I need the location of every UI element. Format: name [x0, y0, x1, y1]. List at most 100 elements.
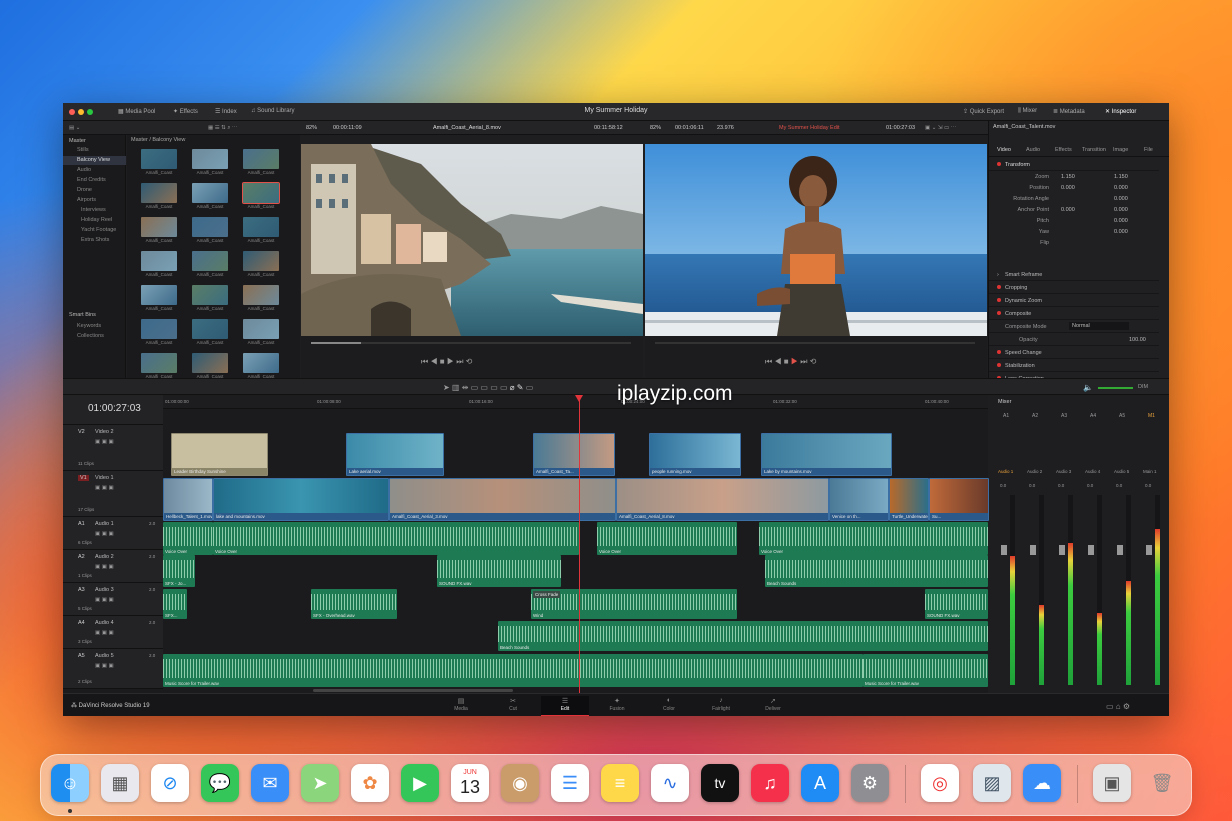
track-control-icon[interactable]: ▣ ▣ ▣: [95, 439, 114, 445]
track-id[interactable]: A5: [78, 653, 85, 659]
track-id[interactable]: V2: [78, 429, 85, 435]
facetime-icon[interactable]: ▶: [401, 764, 439, 802]
bin-item[interactable]: Yacht Footage: [63, 226, 126, 235]
mixer-input-label[interactable]: A2: [1032, 413, 1038, 419]
system-settings-icon[interactable]: ⚙: [851, 764, 889, 802]
page-tab-fusion[interactable]: Fusion: [597, 706, 637, 712]
volume-icon[interactable]: 🔈: [1083, 383, 1093, 392]
mixer-channel-name[interactable]: Audio 5: [1114, 469, 1129, 474]
cross-fade-label[interactable]: Cross Fade: [533, 591, 561, 598]
page-edit-icon[interactable]: ☰: [545, 697, 585, 705]
video-clip[interactable]: lake and mountains.mov: [213, 478, 389, 521]
track-header-a1[interactable]: A1 Audio 1 6 Clips ▣ ▣ ▣ 2.0: [63, 517, 163, 550]
bin-item[interactable]: End Credits: [63, 176, 126, 185]
freeform-icon[interactable]: ∿: [651, 764, 689, 802]
timeline[interactable]: 01:00:27:03 01:00:00:00 01:00:08:00 01:00:…: [63, 395, 989, 693]
bin-item[interactable]: Audio: [63, 166, 126, 175]
media-pool-clip-thumbnail[interactable]: [141, 251, 177, 271]
tab-file[interactable]: File: [1144, 147, 1153, 153]
page-tab-cut[interactable]: Cut: [493, 706, 533, 712]
channel-fader[interactable]: [1001, 545, 1007, 555]
section-smart-reframe[interactable]: › Smart Reframe: [989, 268, 1159, 281]
grid-view-icon[interactable]: ▦ ☰ ⇅ ⌕ ⋯: [208, 125, 237, 132]
media-pool-clip-thumbnail[interactable]: [192, 285, 228, 305]
mixer-channel-name[interactable]: Audio 2: [1027, 469, 1042, 474]
channel-fader[interactable]: [1059, 545, 1065, 555]
app-store-icon[interactable]: A: [801, 764, 839, 802]
track-id[interactable]: A3: [78, 587, 85, 593]
video-clip[interactable]: Amalfi_Coast_Ta...: [533, 433, 615, 476]
media-pool-clip-thumbnail[interactable]: [242, 182, 280, 204]
timeline-scrollbar[interactable]: [313, 689, 513, 692]
track-id[interactable]: A2: [78, 554, 85, 560]
inspector-toggle[interactable]: ✕ Inspector: [1105, 108, 1136, 115]
preview-icon[interactable]: ▨: [973, 764, 1011, 802]
notes-icon[interactable]: ≡: [601, 764, 639, 802]
media-pool-clip-thumbnail[interactable]: [141, 149, 177, 169]
section-speed-change[interactable]: Speed Change: [989, 346, 1159, 359]
track-id[interactable]: A1: [78, 521, 85, 527]
transform-x-value[interactable]: 0.000: [1061, 185, 1075, 191]
video-clip[interactable]: Leader Birthday Sunshine: [171, 433, 268, 476]
edit-tools-icon[interactable]: ➤ ▥ ⇹ ▭ ▭ ▭ ▭ ⌀ ✎ ▭: [443, 383, 533, 392]
audio-clip[interactable]: Voice Over: [213, 522, 579, 555]
bin-master[interactable]: Master: [63, 137, 126, 146]
audio-clip[interactable]: Voice Over: [759, 522, 988, 555]
video-clip[interactable]: people running.mov: [649, 433, 741, 476]
finder-icon[interactable]: ☺: [51, 764, 89, 802]
media-pool-clip-thumbnail[interactable]: [243, 319, 279, 339]
photos-icon[interactable]: ✿: [351, 764, 389, 802]
track-name[interactable]: Video 2: [95, 429, 114, 435]
channel-fader[interactable]: [1030, 545, 1036, 555]
mixer-input-label[interactable]: M1: [1148, 413, 1155, 419]
page-deliver-icon[interactable]: ➚: [753, 697, 793, 705]
playhead[interactable]: [579, 395, 580, 693]
media-pool-clip-thumbnail[interactable]: [141, 353, 177, 373]
media-pool-clip-thumbnail[interactable]: [141, 285, 177, 305]
view-options-icon[interactable]: ▤ ⌄: [69, 125, 80, 131]
track-header-a4[interactable]: A4 Audio 4 3 Clips ▣ ▣ ▣ 2.0: [63, 616, 163, 649]
source-viewer[interactable]: [301, 144, 643, 336]
track-header-a5[interactable]: A5 Audio 5 2 Clips ▣ ▣ ▣ 2.0: [63, 649, 163, 689]
tab-audio[interactable]: Audio: [1026, 147, 1040, 153]
media-pool-clip-thumbnail[interactable]: [243, 149, 279, 169]
media-pool-clip-thumbnail[interactable]: [192, 353, 228, 373]
bin-item[interactable]: Extra Shots: [63, 236, 126, 245]
media-pool-clip-thumbnail[interactable]: [192, 319, 228, 339]
video-clip[interactable]: Lake aerial.mov: [346, 433, 444, 476]
transform-y-value[interactable]: 0.000: [1114, 218, 1128, 224]
channel-fader[interactable]: [1146, 545, 1152, 555]
track-control-icon[interactable]: ▣ ▣ ▣: [95, 630, 114, 636]
reminders-icon[interactable]: ☰: [551, 764, 589, 802]
smart-bin-item[interactable]: Collections: [63, 332, 126, 341]
track-name[interactable]: Audio 1: [95, 521, 114, 527]
tab-image[interactable]: Image: [1113, 147, 1128, 153]
track-header-v1[interactable]: V1 Video 1 17 Clips ▣ ▣ ▣: [63, 471, 163, 517]
media-pool-clip-thumbnail[interactable]: [192, 149, 228, 169]
video-clip[interactable]: Lake by mountains.mov: [761, 433, 892, 476]
track-name[interactable]: Audio 2: [95, 554, 114, 560]
channel-fader[interactable]: [1088, 545, 1094, 555]
video-clip[interactable]: Amalfi_Coast_Aerial_8.mov: [616, 478, 829, 521]
viewer-options-icon[interactable]: ▣ ⌄ ⇲ ▭ ⋯: [925, 125, 956, 131]
smart-bin-item[interactable]: Keywords: [63, 322, 126, 331]
audio-clip[interactable]: SFX - Jo...: [163, 555, 195, 587]
track-name[interactable]: Audio 5: [95, 653, 114, 659]
track-header-a3[interactable]: A3 Audio 3 5 Clips ▣ ▣ ▣ 2.0: [63, 583, 163, 616]
page-media-icon[interactable]: ▤: [441, 697, 481, 705]
channel-fader[interactable]: [1117, 545, 1123, 555]
apple-tv-icon[interactable]: tv: [701, 764, 739, 802]
page-fusion-icon[interactable]: ✦: [597, 697, 637, 705]
media-pool-clip-thumbnail[interactable]: [141, 217, 177, 237]
page-tab-color[interactable]: Color: [649, 706, 689, 712]
track-header-v2[interactable]: V2 Video 2 11 Clips ▣ ▣ ▣: [63, 425, 163, 471]
chrome-icon[interactable]: ◎: [921, 764, 959, 802]
audio-clip[interactable]: Music Score for Trailer.wav: [163, 654, 863, 687]
page-tab-media[interactable]: Media: [441, 706, 481, 712]
mixer-toggle[interactable]: ⫼ Mixer: [1018, 108, 1037, 115]
playhead-handle-icon[interactable]: [575, 395, 583, 402]
track-control-icon[interactable]: ▣ ▣ ▣: [95, 663, 114, 669]
mixer-channel-name[interactable]: Audio 3: [1056, 469, 1071, 474]
section-dynamic-zoom[interactable]: Dynamic Zoom: [989, 294, 1159, 307]
video-clip[interactable]: Hellbeck_Talent_1.mov: [163, 478, 213, 521]
